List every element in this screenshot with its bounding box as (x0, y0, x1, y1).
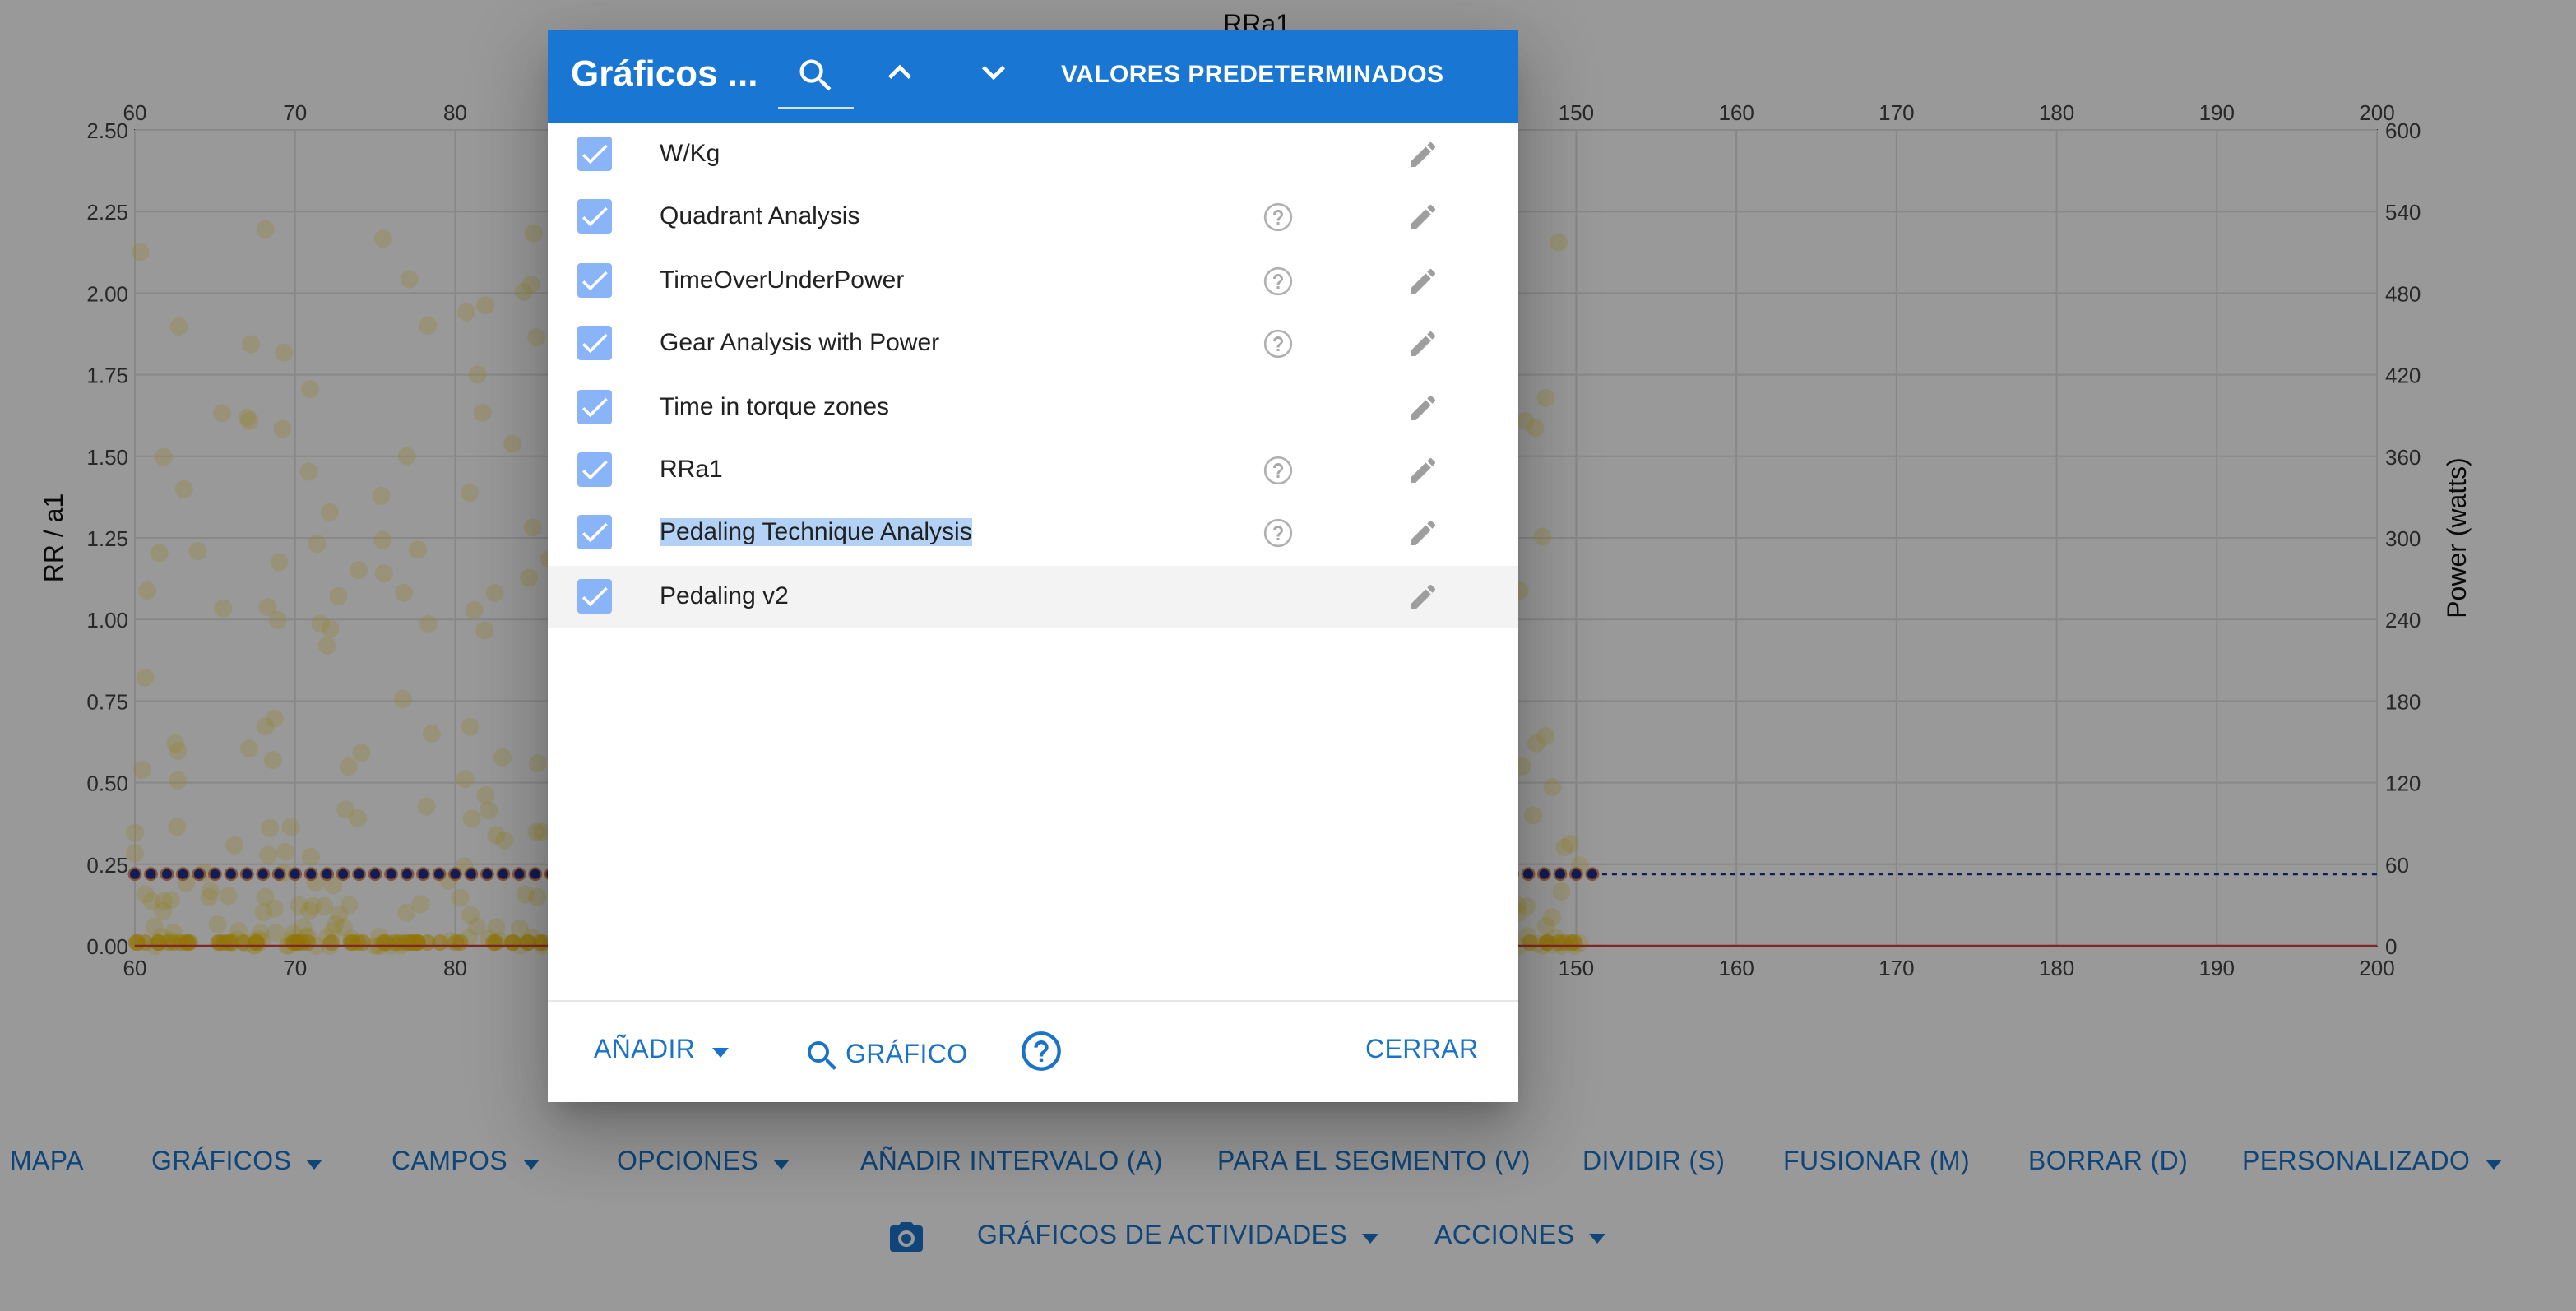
search-underline (778, 107, 854, 109)
edit-pencil-icon[interactable] (1406, 581, 1439, 614)
check-icon (581, 396, 608, 417)
move-up-button[interactable] (877, 49, 923, 99)
chart-checkbox[interactable] (577, 137, 612, 171)
chart-list-item[interactable]: Pedaling v2 (548, 565, 1518, 628)
edit-pencil-icon[interactable] (1406, 327, 1439, 360)
dialog-header: Gráficos ... VALORES PREDETERMINADOS (548, 30, 1518, 123)
edit-pencil-icon[interactable] (1406, 138, 1439, 171)
chart-list-item-label: TimeOverUnderPower (660, 266, 905, 294)
chart-checkbox[interactable] (577, 578, 612, 614)
add-button[interactable]: AÑADIR (594, 1036, 729, 1066)
help-circle-icon[interactable] (1262, 265, 1295, 298)
chart-checkbox[interactable] (577, 199, 612, 234)
chart-list-item-label: Gear Analysis with Power (660, 329, 940, 358)
chart-list-item[interactable]: W/Kg (548, 123, 1518, 186)
charts-dialog: Gráficos ... VALORES PREDETERMINADOS W/K… (548, 30, 1518, 1102)
check-icon (581, 586, 608, 606)
defaults-button[interactable]: VALORES PREDETERMINADOS (1061, 61, 1443, 89)
chart-list-item[interactable]: Pedaling Technique Analysis (548, 503, 1518, 565)
chart-checkbox[interactable] (577, 515, 612, 550)
chart-list-item[interactable]: TimeOverUnderPower (548, 250, 1518, 313)
chart-list-item[interactable]: Gear Analysis with Power (548, 313, 1518, 375)
dialog-title: Gráficos ... (571, 53, 758, 94)
edit-pencil-icon[interactable] (1406, 517, 1439, 550)
check-icon (581, 271, 608, 290)
help-circle-icon (1022, 1031, 1061, 1071)
chart-checkbox[interactable] (577, 262, 612, 298)
help-button[interactable] (1020, 1030, 1063, 1072)
caret-down-icon (711, 1048, 729, 1058)
chart-checkbox[interactable] (577, 389, 612, 424)
check-icon (581, 523, 608, 544)
search-icon (808, 1041, 836, 1070)
check-icon (581, 460, 608, 480)
chart-list-item-label: Pedaling Technique Analysis (660, 518, 972, 547)
chart-list-item-label: W/Kg (660, 140, 720, 168)
chevron-down-icon (982, 66, 1005, 81)
chart-checkbox[interactable] (577, 326, 612, 361)
close-button[interactable]: CERRAR (1365, 1036, 1479, 1066)
chart-list-item[interactable]: Quadrant Analysis (548, 187, 1518, 249)
chart-list-item-label: Pedaling v2 (660, 581, 789, 610)
footer-divider (548, 1000, 1518, 1002)
edit-pencil-icon[interactable] (1406, 454, 1439, 487)
chart-list-item-label: Quadrant Analysis (660, 202, 860, 231)
search-icon (799, 59, 832, 91)
edit-pencil-icon[interactable] (1406, 265, 1439, 298)
chart-list-item[interactable]: Time in torque zones (548, 376, 1518, 438)
move-down-button[interactable] (971, 49, 1017, 99)
help-circle-icon[interactable] (1262, 327, 1295, 360)
chart-list-item-label: Time in torque zones (660, 392, 890, 421)
chevron-up-icon (888, 64, 911, 79)
chart-list-item[interactable]: RRa1 (548, 439, 1518, 502)
check-icon (581, 144, 608, 164)
edit-pencil-icon[interactable] (1406, 391, 1439, 424)
chart-list-item-label: RRa1 (660, 456, 723, 484)
help-circle-icon[interactable] (1262, 202, 1295, 234)
edit-pencil-icon[interactable] (1406, 202, 1439, 234)
search-button[interactable] (778, 43, 854, 109)
search-chart-label: GRÁFICO (846, 1041, 968, 1069)
check-icon (581, 334, 608, 354)
search-chart-button[interactable]: GRÁFICO (803, 1036, 968, 1076)
help-circle-icon[interactable] (1262, 454, 1295, 487)
help-circle-icon[interactable] (1262, 517, 1295, 550)
chart-checkbox[interactable] (577, 452, 612, 487)
check-icon (581, 207, 608, 228)
add-button-label: AÑADIR (594, 1036, 696, 1064)
